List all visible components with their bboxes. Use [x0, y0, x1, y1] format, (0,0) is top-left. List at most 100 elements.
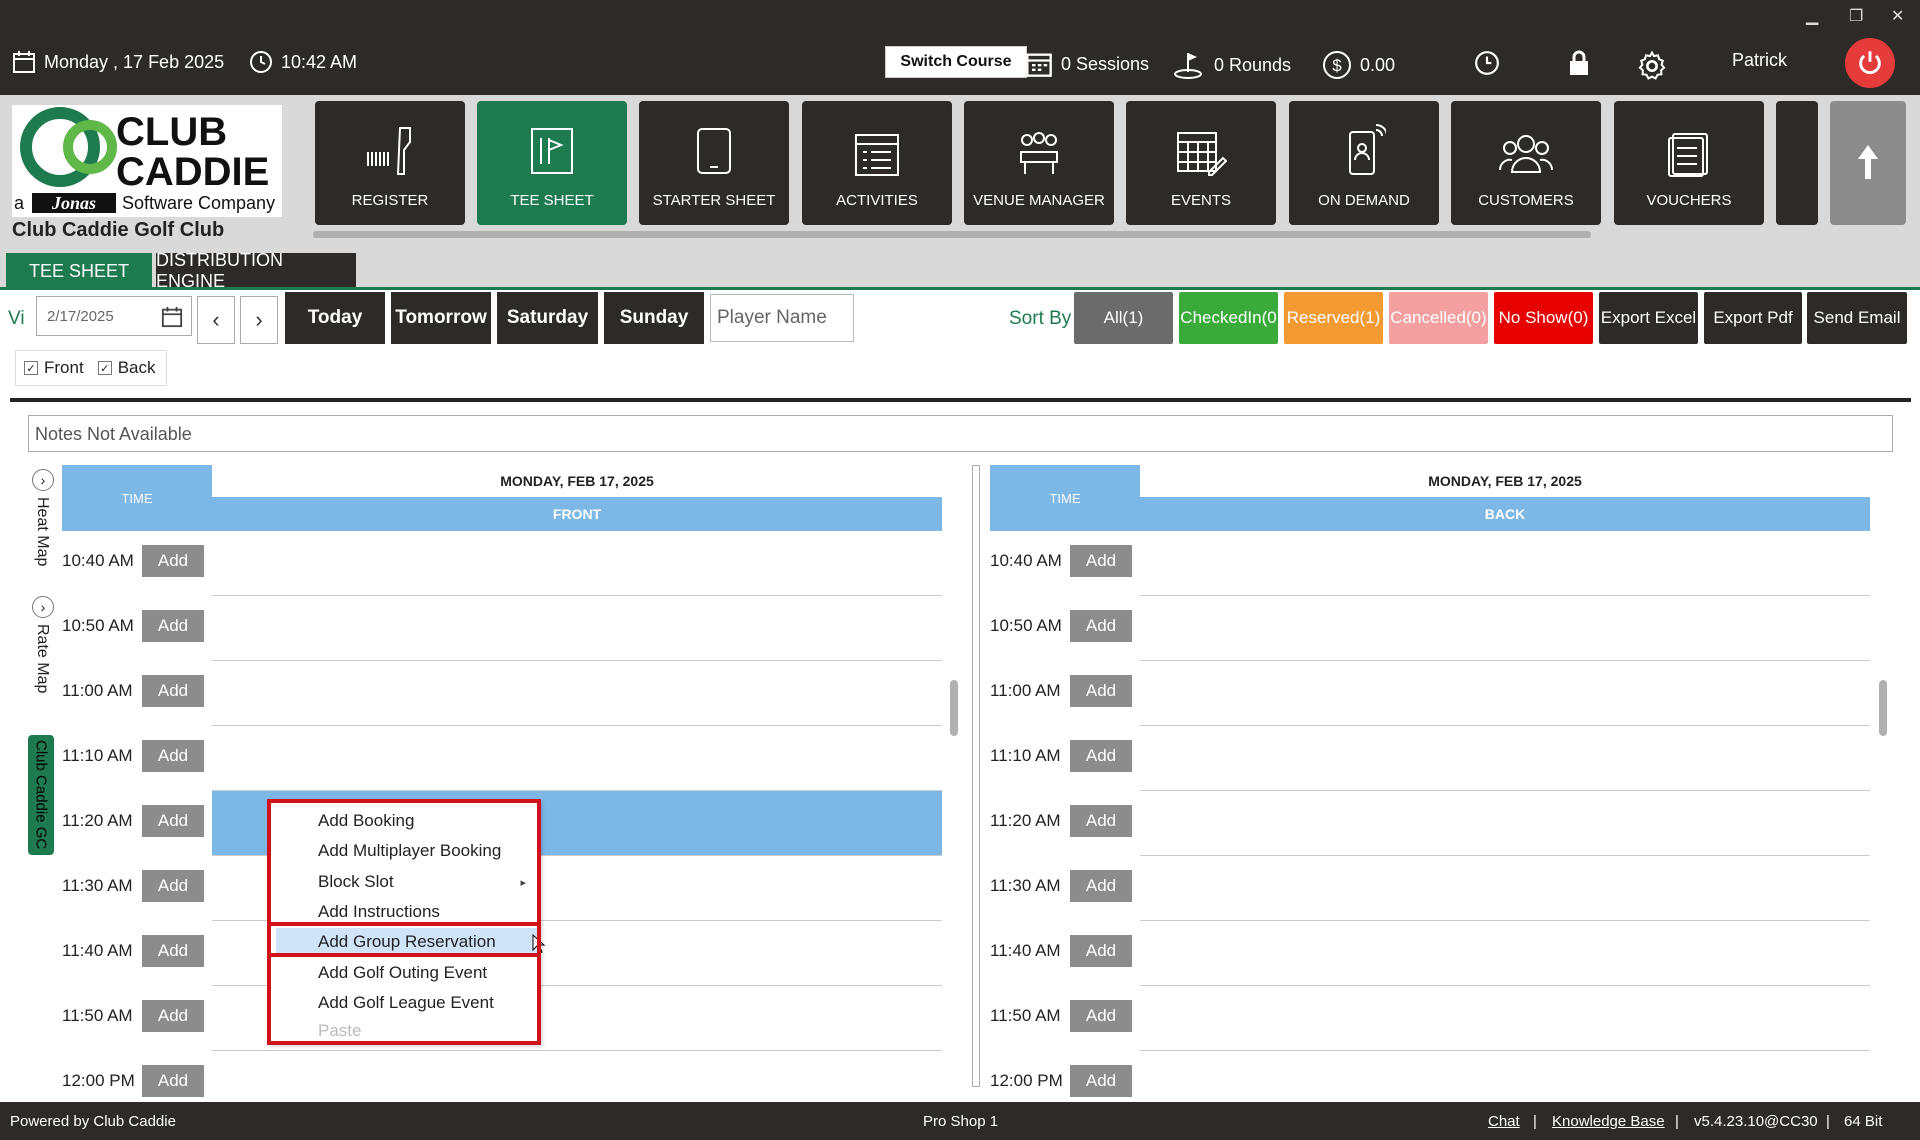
export-excel-button[interactable]: Export Excel — [1599, 292, 1698, 344]
add-booking-button[interactable]: Add — [1070, 675, 1132, 707]
heat-map-expand-button[interactable]: › — [32, 469, 54, 491]
next-day-button[interactable]: › — [240, 296, 278, 344]
scroll-up-button[interactable] — [1830, 101, 1906, 225]
tee-slot[interactable] — [1140, 791, 1870, 856]
close-window-button[interactable]: ✕ — [1891, 6, 1904, 26]
filter-all-button[interactable]: All(1) — [1074, 292, 1173, 344]
back-tee-time-row: 10:50 AM Add — [990, 596, 1870, 661]
nav-tile-activities[interactable]: ACTIVITIES — [802, 101, 952, 225]
chat-link[interactable]: Chat — [1488, 1113, 1520, 1130]
date-picker-calendar-icon[interactable] — [161, 306, 183, 328]
add-booking-button[interactable]: Add — [1070, 545, 1132, 577]
tab-tee-sheet[interactable]: TEE SHEET — [6, 253, 152, 289]
tee-slot[interactable] — [212, 596, 942, 661]
nav-horizontal-scrollbar[interactable] — [313, 231, 1591, 238]
date-picker-input[interactable]: 2/17/2025 — [36, 296, 192, 336]
filter-cancelled-button[interactable]: Cancelled(0) — [1389, 292, 1488, 344]
notes-bar: Notes Not Available — [28, 415, 1893, 452]
restore-button[interactable]: ❐ — [1849, 6, 1863, 26]
tee-slot[interactable] — [1140, 726, 1870, 791]
nav-tile-tee-sheet[interactable]: TEE SHEET — [477, 101, 627, 225]
add-booking-button[interactable]: Add — [142, 740, 204, 772]
export-pdf-button[interactable]: Export Pdf — [1704, 292, 1802, 344]
nav-tile-label: VOUCHERS — [1646, 192, 1732, 209]
rounds-indicator[interactable]: 0 Rounds — [1172, 50, 1291, 80]
back-checkbox[interactable]: ✓ — [97, 361, 112, 375]
saturday-button[interactable]: Saturday — [497, 292, 598, 344]
knowledge-base-link[interactable]: Knowledge Base — [1552, 1113, 1665, 1130]
balance-indicator[interactable]: $ 0.00 — [1322, 50, 1395, 80]
tab-distribution-engine[interactable]: DISTRIBUTION ENGINE — [156, 250, 356, 291]
add-booking-button[interactable]: Add — [1070, 610, 1132, 642]
tee-slot[interactable] — [1140, 986, 1870, 1051]
nav-tile-events[interactable]: EVENTS — [1126, 101, 1276, 225]
prev-day-button[interactable]: ‹ — [197, 296, 235, 344]
status-separator: | — [1826, 1113, 1830, 1130]
sessions-indicator[interactable]: 0 Sessions — [1025, 50, 1149, 78]
filter-cancelled-label: Cancelled(0) — [1390, 308, 1487, 327]
nav-tile-label: CUSTOMERS — [1478, 192, 1574, 209]
add-booking-button[interactable]: Add — [142, 675, 204, 707]
add-booking-button[interactable]: Add — [142, 935, 204, 967]
add-booking-button[interactable]: Add — [1070, 870, 1132, 902]
back-vertical-scrollbar[interactable] — [1879, 680, 1887, 736]
today-button[interactable]: Today — [285, 292, 385, 344]
add-booking-button[interactable]: Add — [142, 545, 204, 577]
nav-tile-partial[interactable] — [1776, 101, 1818, 225]
heat-map-label[interactable]: Heat Map — [33, 497, 51, 566]
filter-checkedin-button[interactable]: CheckedIn(0 — [1179, 292, 1278, 344]
add-booking-button[interactable]: Add — [142, 1065, 204, 1097]
nav-tile-register[interactable]: REGISTER — [315, 101, 465, 225]
front-time-header: TIME — [62, 465, 212, 531]
sunday-button[interactable]: Sunday — [604, 292, 704, 344]
nav-tile-customers[interactable]: CUSTOMERS — [1451, 101, 1601, 225]
tee-slot[interactable] — [212, 531, 942, 596]
front-vertical-scrollbar[interactable] — [950, 680, 958, 736]
tee-slot[interactable] — [1140, 856, 1870, 921]
add-booking-button[interactable]: Add — [142, 610, 204, 642]
filter-noshow-button[interactable]: No Show(0) — [1494, 292, 1593, 344]
history-button[interactable] — [1474, 50, 1500, 76]
nav-tile-venue-manager[interactable]: VENUE MANAGER — [964, 101, 1114, 225]
nav-tile-starter-sheet[interactable]: STARTER SHEET — [639, 101, 789, 225]
minimize-button[interactable]: ▁ — [1806, 6, 1818, 26]
nav-tile-vouchers[interactable]: VOUCHERS — [1614, 101, 1764, 225]
add-booking-button[interactable]: Add — [1070, 740, 1132, 772]
tee-slot[interactable] — [1140, 596, 1870, 661]
filter-reserved-button[interactable]: Reserved(1) — [1284, 292, 1383, 344]
front-checkbox[interactable]: ✓ — [24, 361, 38, 375]
sessions-text: 0 Sessions — [1061, 53, 1150, 74]
send-email-button[interactable]: Send Email — [1807, 292, 1907, 344]
back-tee-time-row: 11:00 AM Add — [990, 661, 1870, 726]
add-booking-button[interactable]: Add — [1070, 1000, 1132, 1032]
tee-time-label: 11:50 AM — [990, 1006, 1061, 1025]
club-caddie-gc-tab[interactable]: Club Caddie GC — [28, 735, 54, 855]
switch-course-button[interactable]: Switch Course — [885, 46, 1027, 78]
tee-slot[interactable] — [212, 726, 942, 791]
tee-slot[interactable] — [212, 661, 942, 726]
add-booking-button[interactable]: Add — [1070, 935, 1132, 967]
nav-tile-on-demand[interactable]: ON DEMAND — [1289, 101, 1439, 225]
add-booking-button[interactable]: Add — [1070, 805, 1132, 837]
send-email-label: Send Email — [1813, 308, 1901, 327]
user-name[interactable]: Patrick — [1732, 50, 1787, 71]
bits-text: 64 Bit — [1844, 1113, 1883, 1130]
tomorrow-button[interactable]: Tomorrow — [391, 292, 491, 344]
add-booking-button[interactable]: Add — [142, 805, 204, 837]
settings-button[interactable] — [1636, 50, 1668, 82]
back-tee-sheet: TIME MONDAY, FEB 17, 2025 BACK 10:40 AM A… — [990, 465, 1870, 1116]
tee-slot[interactable] — [1140, 531, 1870, 596]
tee-time-label: 10:50 AM — [990, 616, 1062, 635]
power-icon — [1859, 51, 1881, 74]
add-booking-button[interactable]: Add — [142, 870, 204, 902]
rate-map-expand-button[interactable]: › — [32, 596, 54, 618]
add-booking-button[interactable]: Add — [142, 1000, 204, 1032]
toolbar-divider — [10, 398, 1911, 402]
tee-slot[interactable] — [1140, 661, 1870, 726]
add-booking-button[interactable]: Add — [1070, 1065, 1132, 1097]
lock-button[interactable] — [1568, 50, 1590, 76]
player-name-input[interactable]: Player Name — [710, 294, 854, 342]
tee-slot[interactable] — [1140, 921, 1870, 986]
rate-map-label[interactable]: Rate Map — [33, 624, 51, 693]
logout-button[interactable] — [1845, 38, 1895, 88]
